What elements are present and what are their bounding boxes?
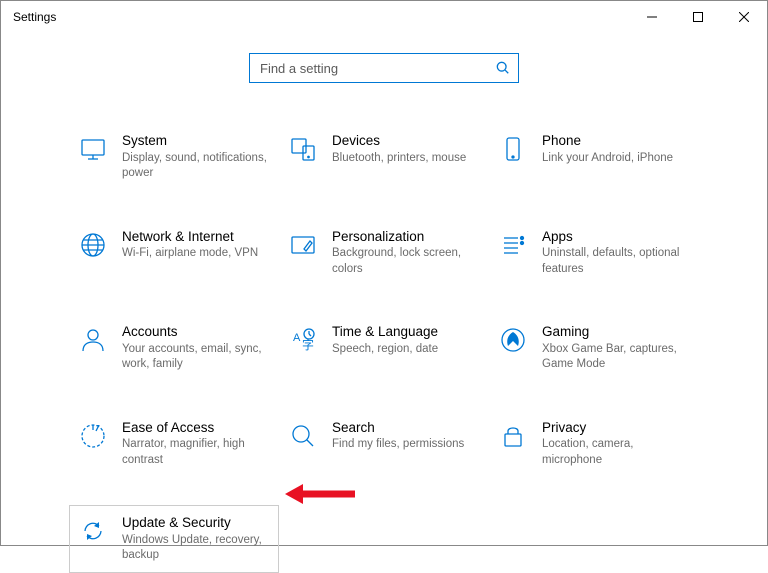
tile-desc: Narrator, magnifier, high contrast	[122, 437, 270, 468]
settings-grid: System Display, sound, notifications, po…	[1, 123, 767, 573]
tile-devices[interactable]: Devices Bluetooth, printers, mouse	[279, 123, 489, 191]
tile-title: Time & Language	[332, 323, 480, 341]
tile-network[interactable]: Network & Internet Wi-Fi, airplane mode,…	[69, 219, 279, 287]
gaming-icon	[498, 325, 528, 355]
devices-icon	[288, 134, 318, 164]
apps-icon	[498, 230, 528, 260]
tile-update-security[interactable]: Update & Security Windows Update, recove…	[69, 505, 279, 573]
tile-desc: Uninstall, defaults, optional features	[542, 246, 690, 277]
globe-icon	[78, 230, 108, 260]
tile-title: Network & Internet	[122, 228, 270, 246]
tile-personalization[interactable]: Personalization Background, lock screen,…	[279, 219, 489, 287]
annotation-arrow	[285, 481, 355, 512]
tile-title: Devices	[332, 132, 480, 150]
tile-phone[interactable]: Phone Link your Android, iPhone	[489, 123, 699, 191]
tile-desc: Xbox Game Bar, captures, Game Mode	[542, 342, 690, 373]
tile-title: Accounts	[122, 323, 270, 341]
tile-system[interactable]: System Display, sound, notifications, po…	[69, 123, 279, 191]
tile-desc: Windows Update, recovery, backup	[122, 533, 270, 564]
tile-title: Personalization	[332, 228, 480, 246]
titlebar: Settings	[1, 1, 767, 33]
tile-desc: Location, camera, microphone	[542, 437, 690, 468]
tile-title: Gaming	[542, 323, 690, 341]
tile-desc: Find my files, permissions	[332, 437, 480, 453]
tile-ease-of-access[interactable]: Ease of Access Narrator, magnifier, high…	[69, 410, 279, 478]
tile-desc: Speech, region, date	[332, 342, 480, 358]
svg-text:A: A	[293, 332, 301, 344]
lock-icon	[498, 421, 528, 451]
search-category-icon	[288, 421, 318, 451]
tile-title: Search	[332, 419, 480, 437]
tile-apps[interactable]: Apps Uninstall, defaults, optional featu…	[489, 219, 699, 287]
tile-desc: Your accounts, email, sync, work, family	[122, 342, 270, 373]
tile-accounts[interactable]: Accounts Your accounts, email, sync, wor…	[69, 314, 279, 382]
window-title: Settings	[13, 10, 56, 24]
tile-desc: Link your Android, iPhone	[542, 151, 690, 167]
maximize-button[interactable]	[675, 1, 721, 33]
tile-search[interactable]: Search Find my files, permissions	[279, 410, 489, 478]
tile-privacy[interactable]: Privacy Location, camera, microphone	[489, 410, 699, 478]
update-icon	[78, 516, 108, 546]
tile-desc: Background, lock screen, colors	[332, 246, 480, 277]
search-icon	[496, 61, 510, 75]
ease-of-access-icon	[78, 421, 108, 451]
tile-desc: Bluetooth, printers, mouse	[332, 151, 480, 167]
system-icon	[78, 134, 108, 164]
close-button[interactable]	[721, 1, 767, 33]
accounts-icon	[78, 325, 108, 355]
search-box[interactable]	[249, 53, 519, 83]
tile-desc: Wi-Fi, airplane mode, VPN	[122, 246, 270, 262]
tile-time-language[interactable]: A字 Time & Language Speech, region, date	[279, 314, 489, 382]
search-input[interactable]	[258, 60, 496, 77]
tile-title: Privacy	[542, 419, 690, 437]
tile-title: Phone	[542, 132, 690, 150]
personalization-icon	[288, 230, 318, 260]
tile-gaming[interactable]: Gaming Xbox Game Bar, captures, Game Mod…	[489, 314, 699, 382]
minimize-button[interactable]	[629, 1, 675, 33]
tile-title: System	[122, 132, 270, 150]
tile-desc: Display, sound, notifications, power	[122, 151, 270, 182]
tile-title: Update & Security	[122, 514, 270, 532]
tile-title: Apps	[542, 228, 690, 246]
time-language-icon: A字	[288, 325, 318, 355]
tile-title: Ease of Access	[122, 419, 270, 437]
content-area: System Display, sound, notifications, po…	[1, 33, 767, 573]
phone-icon	[498, 134, 528, 164]
